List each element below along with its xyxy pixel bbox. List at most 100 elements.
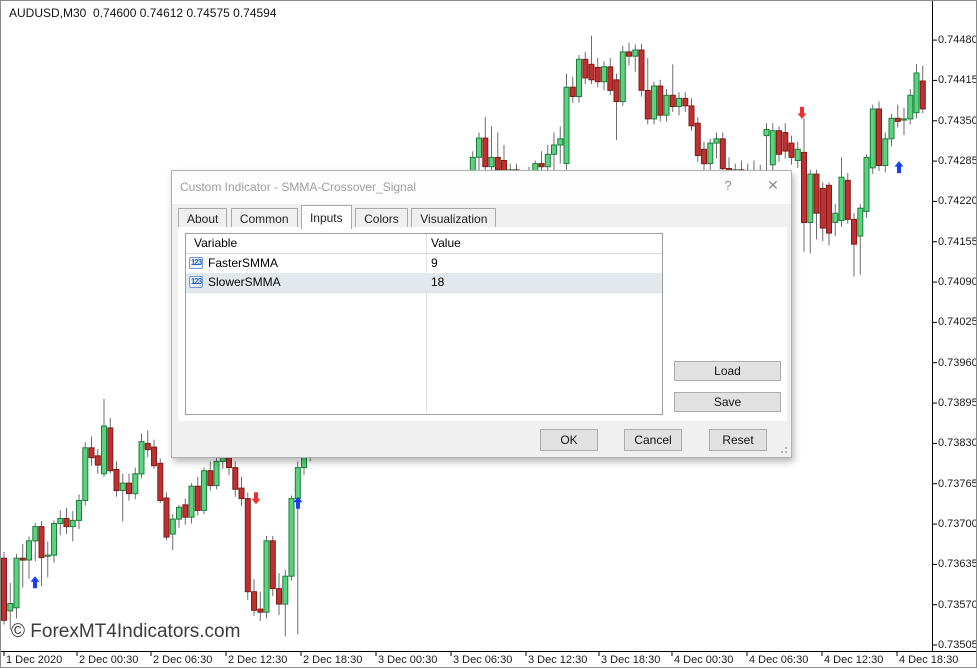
time-label: 4 Dec 06:30 <box>749 654 808 666</box>
candle-down <box>39 527 44 558</box>
candle-down <box>258 609 263 612</box>
candle-up <box>202 471 207 511</box>
candle-up <box>808 174 813 222</box>
time-label: 2 Dec 06:30 <box>153 654 212 666</box>
time-label: 3 Dec 18:30 <box>601 654 660 666</box>
candle-down <box>145 443 150 449</box>
save-button[interactable]: Save <box>674 392 781 412</box>
candle-down <box>108 428 113 471</box>
indicator-dialog: Custom Indicator - SMMA-Crossover_Signal… <box>171 170 792 458</box>
time-label: 4 Dec 12:30 <box>824 654 883 666</box>
candle-up <box>620 52 625 102</box>
candle-down <box>852 219 857 244</box>
candle-down <box>95 456 100 465</box>
candle-up <box>883 139 888 166</box>
table-row-selected[interactable]: 123 SlowerSMMA 18 <box>186 273 662 293</box>
time-label: 4 Dec 18:30 <box>899 654 958 666</box>
candle-up <box>295 468 300 499</box>
candle-down <box>627 52 632 56</box>
tab-inputs[interactable]: Inputs <box>301 205 352 229</box>
candle-up <box>139 442 144 474</box>
tab-about[interactable]: About <box>178 208 227 229</box>
price-label: 0.73700 <box>938 518 977 530</box>
candle-down <box>820 188 825 228</box>
candle-down <box>114 470 119 491</box>
candle-up <box>714 139 719 143</box>
time-label: 2 Dec 12:30 <box>228 654 287 666</box>
candle-down <box>683 98 688 105</box>
integer-type-icon: 123 <box>189 276 203 288</box>
candle-up <box>189 486 194 517</box>
candle-down <box>789 143 794 157</box>
sell-signal-arrow-icon <box>798 107 807 119</box>
candle-up <box>908 95 913 119</box>
candle-down <box>208 471 213 486</box>
resize-grip[interactable] <box>785 451 787 453</box>
candle-up <box>833 213 838 222</box>
time-label: 3 Dec 06:30 <box>453 654 512 666</box>
candle-up <box>120 483 125 490</box>
candle-down <box>589 64 594 80</box>
tab-common[interactable]: Common <box>231 208 298 229</box>
price-label: 0.73635 <box>938 558 977 570</box>
candle-up <box>77 501 82 521</box>
candle-down <box>183 505 188 517</box>
tab-visualization[interactable]: Visualization <box>411 208 496 229</box>
price-label: 0.74220 <box>938 195 977 207</box>
variable-value[interactable]: 18 <box>431 273 444 292</box>
reset-button[interactable]: Reset <box>709 429 767 451</box>
candle-up <box>8 604 13 611</box>
candle-up <box>70 520 75 526</box>
candle-down <box>483 138 488 167</box>
time-label: 2 Dec 00:30 <box>79 654 138 666</box>
candle-up <box>602 67 607 82</box>
candle-down <box>89 448 94 458</box>
symbol-ohlc-line: AUDUSD,M30 0.74600 0.74612 0.74575 0.745… <box>9 6 277 20</box>
candle-down <box>845 180 850 219</box>
ok-button[interactable]: OK <box>540 429 598 451</box>
watermark: © ForexMT4Indicators.com <box>11 621 240 643</box>
candle-down <box>814 174 819 213</box>
candle-down <box>127 483 132 494</box>
variable-value[interactable]: 9 <box>431 254 438 273</box>
candle-down <box>239 488 244 499</box>
candle-up <box>558 139 563 145</box>
candle-up <box>770 131 775 165</box>
time-label: 3 Dec 12:30 <box>528 654 587 666</box>
candle-up <box>552 145 557 154</box>
candle-up <box>858 208 863 236</box>
candle-up <box>133 474 138 494</box>
candle-down <box>277 589 282 605</box>
price-label: 0.74155 <box>938 236 977 248</box>
candle-down <box>158 463 163 500</box>
close-icon[interactable]: ✕ <box>764 177 782 194</box>
candle-up <box>45 555 50 556</box>
candle-down <box>783 133 788 152</box>
candle-up <box>708 143 713 164</box>
candle-up <box>795 149 800 160</box>
candle-down <box>270 541 275 589</box>
candle-down <box>495 157 500 169</box>
time-label: 1 Dec 2020 <box>6 654 62 666</box>
parameters-table: Variable Value 123 FasterSMMA 9 123 Slow… <box>185 233 663 415</box>
price-label: 0.73895 <box>938 397 977 409</box>
candle-down <box>827 185 832 233</box>
candle-up <box>914 73 919 113</box>
table-row[interactable]: 123 FasterSMMA 9 <box>186 254 662 274</box>
candle-down <box>802 152 807 222</box>
dialog-titlebar[interactable]: Custom Indicator - SMMA-Crossover_Signal… <box>172 171 791 204</box>
load-button[interactable]: Load <box>674 361 781 381</box>
cancel-button[interactable]: Cancel <box>624 429 682 451</box>
candle-down <box>20 558 25 560</box>
candle-up <box>58 519 63 524</box>
candle-up <box>477 138 482 157</box>
mt4-chart-window: AUDUSD,M30 0.74600 0.74612 0.74575 0.745… <box>0 0 977 668</box>
candle-up <box>633 50 638 56</box>
tab-colors[interactable]: Colors <box>355 208 408 229</box>
candle-down <box>233 468 238 490</box>
dialog-title: Custom Indicator - SMMA-Crossover_Signal <box>180 180 416 194</box>
candle-down <box>583 59 588 78</box>
candle-up <box>489 157 494 166</box>
price-label: 0.73505 <box>938 639 977 651</box>
help-icon[interactable]: ? <box>720 178 736 193</box>
